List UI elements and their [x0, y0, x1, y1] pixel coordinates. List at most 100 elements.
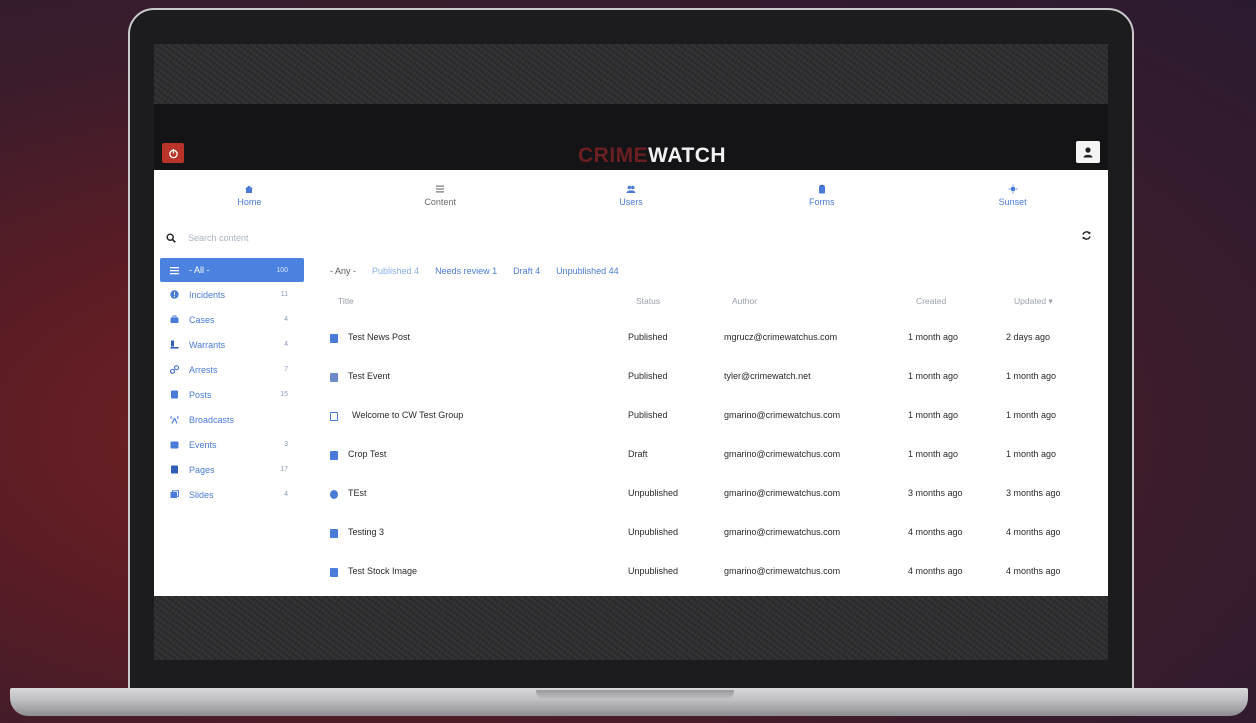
- search-icon: [166, 233, 176, 243]
- sidebar-item-count: 4: [284, 316, 288, 323]
- event-icon: [330, 373, 338, 382]
- column-updated[interactable]: Updated ▾: [1014, 296, 1053, 307]
- sidebar-item-count: 17: [280, 466, 288, 473]
- power-button[interactable]: [162, 143, 184, 163]
- filter-draft[interactable]: Draft 4: [513, 266, 540, 280]
- row-author: gmarino@crimewatchus.com: [724, 449, 841, 459]
- search-bar: [166, 228, 1086, 248]
- crimewatch-logo[interactable]: CRIMEWATCH: [578, 144, 726, 168]
- row-title[interactable]: Welcome to CW Test Group: [352, 410, 463, 420]
- incident-icon: [330, 490, 338, 499]
- table-row[interactable]: Welcome to CW Test Group Published gmari…: [324, 396, 1094, 435]
- row-title[interactable]: Crop Test: [348, 449, 386, 459]
- images-icon: [170, 490, 179, 498]
- sidebar-item-label: Posts: [189, 389, 212, 400]
- list-icon: [436, 185, 445, 192]
- laptop-notch: [536, 690, 734, 700]
- column-status[interactable]: Status: [636, 296, 660, 306]
- nav-content[interactable]: Content: [345, 170, 536, 220]
- row-updated: 4 months ago: [1006, 566, 1061, 576]
- content-table: Test News Post Published mgrucz@crimewat…: [324, 318, 1094, 591]
- row-status: Published: [628, 410, 668, 420]
- row-title[interactable]: TEst: [348, 488, 367, 498]
- nav-users[interactable]: Users: [536, 170, 727, 220]
- sidebar-item-count: 15: [280, 391, 288, 398]
- row-author: gmarino@crimewatchus.com: [724, 488, 841, 498]
- sidebar-item-incidents[interactable]: Incidents 11: [160, 282, 304, 307]
- sidebar-item-count: 11: [280, 291, 288, 298]
- sidebar-item-cases[interactable]: Cases 4: [160, 307, 304, 332]
- user-menu-button[interactable]: [1076, 141, 1100, 163]
- column-author[interactable]: Author: [732, 296, 757, 306]
- search-input[interactable]: [188, 233, 488, 243]
- table-row[interactable]: Test Stock Image Unpublished gmarino@cri…: [324, 552, 1094, 591]
- table-row[interactable]: Test Event Published tyler@crimewatch.ne…: [324, 357, 1094, 396]
- sidebar-item-label: Events: [189, 439, 217, 450]
- sidebar-item-all[interactable]: - All - 100: [160, 258, 304, 282]
- sidebar-item-label: Warrants: [189, 339, 226, 350]
- table-row[interactable]: TEst Unpublished gmarino@crimewatchus.co…: [324, 474, 1094, 513]
- column-title[interactable]: Title: [338, 296, 354, 306]
- nav-home[interactable]: Home: [154, 170, 345, 220]
- filter-published[interactable]: Published 4: [372, 266, 419, 280]
- sidebar-item-arrests[interactable]: Arrests 7: [160, 357, 304, 382]
- post-icon: [330, 451, 338, 460]
- sidebar-item-count: 100: [276, 266, 288, 274]
- sidebar-item-slides[interactable]: Slides 4: [160, 482, 304, 507]
- handcuffs-icon: [170, 365, 179, 374]
- row-status: Unpublished: [628, 488, 679, 498]
- logo-crime-text: CRIME: [578, 144, 649, 167]
- users-icon: [626, 185, 636, 193]
- nav-sunset[interactable]: Sunset: [917, 170, 1108, 220]
- document-icon: [171, 390, 178, 399]
- post-icon: [330, 529, 338, 538]
- row-status: Unpublished: [628, 566, 679, 576]
- sidebar-item-events[interactable]: Events 3: [160, 432, 304, 457]
- main-nav: Home Content Users Forms Sunset: [154, 170, 1108, 220]
- post-icon: [330, 334, 338, 343]
- sidebar-item-count: 7: [284, 366, 288, 373]
- row-created: 1 month ago: [908, 332, 959, 342]
- row-status: Draft: [628, 449, 648, 459]
- row-title[interactable]: Test Event: [348, 371, 390, 381]
- row-updated: 4 months ago: [1006, 527, 1061, 537]
- slide-icon: [330, 412, 338, 421]
- sidebar-item-label: Pages: [189, 464, 215, 475]
- table-row[interactable]: Crop Test Draft gmarino@crimewatchus.com…: [324, 435, 1094, 474]
- nav-forms[interactable]: Forms: [726, 170, 917, 220]
- clipboard-icon: [818, 184, 825, 193]
- table-row[interactable]: Testing 3 Unpublished gmarino@crimewatch…: [324, 513, 1094, 552]
- power-icon: [168, 148, 178, 158]
- row-updated: 1 month ago: [1006, 410, 1057, 420]
- briefcase-icon: [170, 315, 179, 323]
- post-icon: [330, 568, 338, 577]
- file-icon: [171, 465, 178, 474]
- sidebar-item-count: 4: [284, 491, 288, 498]
- table-row[interactable]: Test News Post Published mgrucz@crimewat…: [324, 318, 1094, 357]
- row-title[interactable]: Testing 3: [348, 527, 384, 537]
- sidebar-item-pages[interactable]: Pages 17: [160, 457, 304, 482]
- filter-needs-review[interactable]: Needs review 1: [435, 266, 497, 280]
- sidebar-item-count: 4: [284, 341, 288, 348]
- sidebar-item-label: - All -: [189, 265, 210, 275]
- screen-glare-bottom: [154, 596, 1108, 660]
- sidebar-item-warrants[interactable]: Warrants 4: [160, 332, 304, 357]
- filter-unpublished[interactable]: Unpublished 44: [556, 266, 619, 280]
- row-title[interactable]: Test News Post: [348, 332, 410, 342]
- sidebar-item-broadcasts[interactable]: Broadcasts: [160, 407, 304, 432]
- filter-any[interactable]: - Any -: [330, 266, 356, 280]
- content-type-sidebar: - All - 100 Incidents 11 Cases 4 Warrant…: [160, 258, 304, 558]
- refresh-icon[interactable]: [1081, 230, 1092, 241]
- row-author: gmarino@crimewatchus.com: [724, 566, 841, 576]
- row-created: 4 months ago: [908, 566, 963, 576]
- nav-forms-label: Forms: [809, 196, 835, 207]
- sun-icon: [1008, 184, 1018, 193]
- row-title[interactable]: Test Stock Image: [348, 566, 417, 576]
- laptop-screen: CRIMEWATCH Home Content Users Forms Suns…: [154, 44, 1108, 660]
- screen-glare-top: [154, 44, 1108, 104]
- sidebar-item-posts[interactable]: Posts 15: [160, 382, 304, 407]
- row-updated: 3 months ago: [1006, 488, 1061, 498]
- column-created[interactable]: Created: [916, 296, 946, 306]
- row-author: mgrucz@crimewatchus.com: [724, 332, 838, 342]
- logo-watch-text: WATCH: [648, 144, 727, 167]
